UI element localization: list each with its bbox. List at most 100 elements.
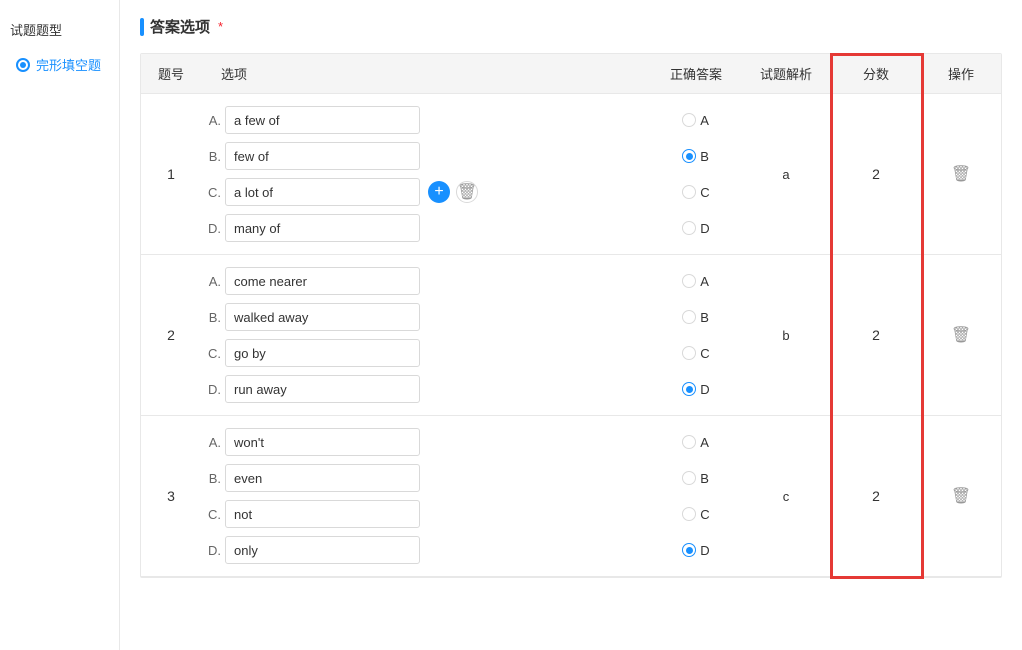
radio-item-c[interactable]: C [682,500,709,528]
radio-circle-a [682,274,696,288]
option-row-a: A. [201,428,420,456]
sidebar-item-label: 完形填空题 [36,55,101,74]
option-input-c[interactable] [225,500,420,528]
correct-answer-cell: A B C D [651,255,741,415]
options-cell: A. B. C. D. [201,255,651,415]
option-row-d: D. [201,375,420,403]
required-mark: * [218,19,223,34]
option-row-a: A. [201,106,420,134]
radio-letter-a: A [700,113,709,128]
add-del-buttons: + 🗑 [428,181,478,203]
correct-answer-cell: A B C D [651,94,741,254]
radio-letter-b: B [700,310,709,325]
add-option-button[interactable]: + [428,181,450,203]
radio-circle-a [682,435,696,449]
option-input-b[interactable] [225,303,420,331]
action-cell: 🗑 [921,94,1001,254]
radio-item-d[interactable]: D [682,536,709,564]
option-row-c: C. + 🗑 [201,178,478,206]
radio-group: A B C D [682,106,709,242]
explanation-cell: a [741,94,831,254]
option-input-a[interactable] [225,428,420,456]
main-content: 答案选项 * 题号 选项 正确答案 试题解析 分数 操作 1 [120,0,1022,650]
option-label-b: B. [201,149,221,164]
delete-row-button[interactable]: 🗑 [951,486,971,506]
radio-item-d[interactable]: D [682,214,709,242]
option-input-b[interactable] [225,142,420,170]
radio-item-c[interactable]: C [682,339,709,367]
option-label-b: B. [201,471,221,486]
radio-item-b[interactable]: B [682,303,709,331]
radio-letter-b: B [700,471,709,486]
explanation-cell: b [741,255,831,415]
score-cell: 2 [831,94,921,254]
table-row: 3 A. B. C. D. [141,416,1001,577]
action-cell: 🗑 [921,255,1001,415]
radio-group: A B C D [682,428,709,564]
option-input-c[interactable] [225,339,420,367]
th-options: 选项 [201,54,651,93]
sidebar: 试题题型 完形填空题 [0,0,120,650]
option-row-a: A. [201,267,420,295]
option-input-c[interactable] [225,178,420,206]
section-title: 答案选项 [150,16,210,37]
radio-item-a[interactable]: A [682,428,709,456]
question-number: 2 [141,255,201,415]
option-row-b: B. [201,464,420,492]
options-cell: A. B. C. + 🗑 [201,94,651,254]
option-label-d: D. [201,221,221,236]
radio-circle-d [682,221,696,235]
th-score: 分数 [831,54,921,93]
radio-letter-a: A [700,435,709,450]
th-action: 操作 [921,54,1001,93]
radio-circle-d [682,382,696,396]
radio-item-b[interactable]: B [682,142,709,170]
delete-row-button[interactable]: 🗑 [951,325,971,345]
question-number: 1 [141,94,201,254]
option-row-d: D. [201,536,420,564]
th-explanation: 试题解析 [741,54,831,93]
delete-row-button[interactable]: 🗑 [951,164,971,184]
option-row-b: B. [201,142,420,170]
table-header-row: 题号 选项 正确答案 试题解析 分数 操作 [141,54,1001,94]
score-cell: 2 [831,416,921,576]
option-row-c: C. [201,500,420,528]
option-label-a: A. [201,435,221,450]
option-row-b: B. [201,303,420,331]
option-input-d[interactable] [225,375,420,403]
radio-item-d[interactable]: D [682,375,709,403]
radio-item-b[interactable]: B [682,464,709,492]
question-number: 3 [141,416,201,576]
option-label-a: A. [201,113,221,128]
radio-letter-d: D [700,382,709,397]
option-label-c: C. [201,185,221,200]
radio-circle-c [682,346,696,360]
radio-item-c[interactable]: C [682,178,709,206]
option-input-d[interactable] [225,536,420,564]
radio-item-a[interactable]: A [682,267,709,295]
delete-option-button[interactable]: 🗑 [456,181,478,203]
option-input-b[interactable] [225,464,420,492]
option-input-d[interactable] [225,214,420,242]
radio-circle-c [682,507,696,521]
options-cell: A. B. C. D. [201,416,651,576]
radio-circle-b [682,310,696,324]
correct-answer-cell: A B C D [651,416,741,576]
option-label-b: B. [201,310,221,325]
sidebar-title: 试题题型 [10,20,109,39]
radio-circle-b [682,471,696,485]
action-cell: 🗑 [921,416,1001,576]
radio-letter-c: C [700,185,709,200]
th-num: 题号 [141,54,201,93]
radio-item-a[interactable]: A [682,106,709,134]
option-row-c: C. [201,339,420,367]
section-header: 答案选项 * [140,16,1002,37]
option-input-a[interactable] [225,106,420,134]
option-label-d: D. [201,382,221,397]
radio-letter-c: C [700,346,709,361]
sidebar-item-cloze[interactable]: 完形填空题 [10,51,109,78]
option-input-a[interactable] [225,267,420,295]
explanation-cell: c [741,416,831,576]
radio-letter-c: C [700,507,709,522]
answer-table: 题号 选项 正确答案 试题解析 分数 操作 1 A. [140,53,1002,578]
